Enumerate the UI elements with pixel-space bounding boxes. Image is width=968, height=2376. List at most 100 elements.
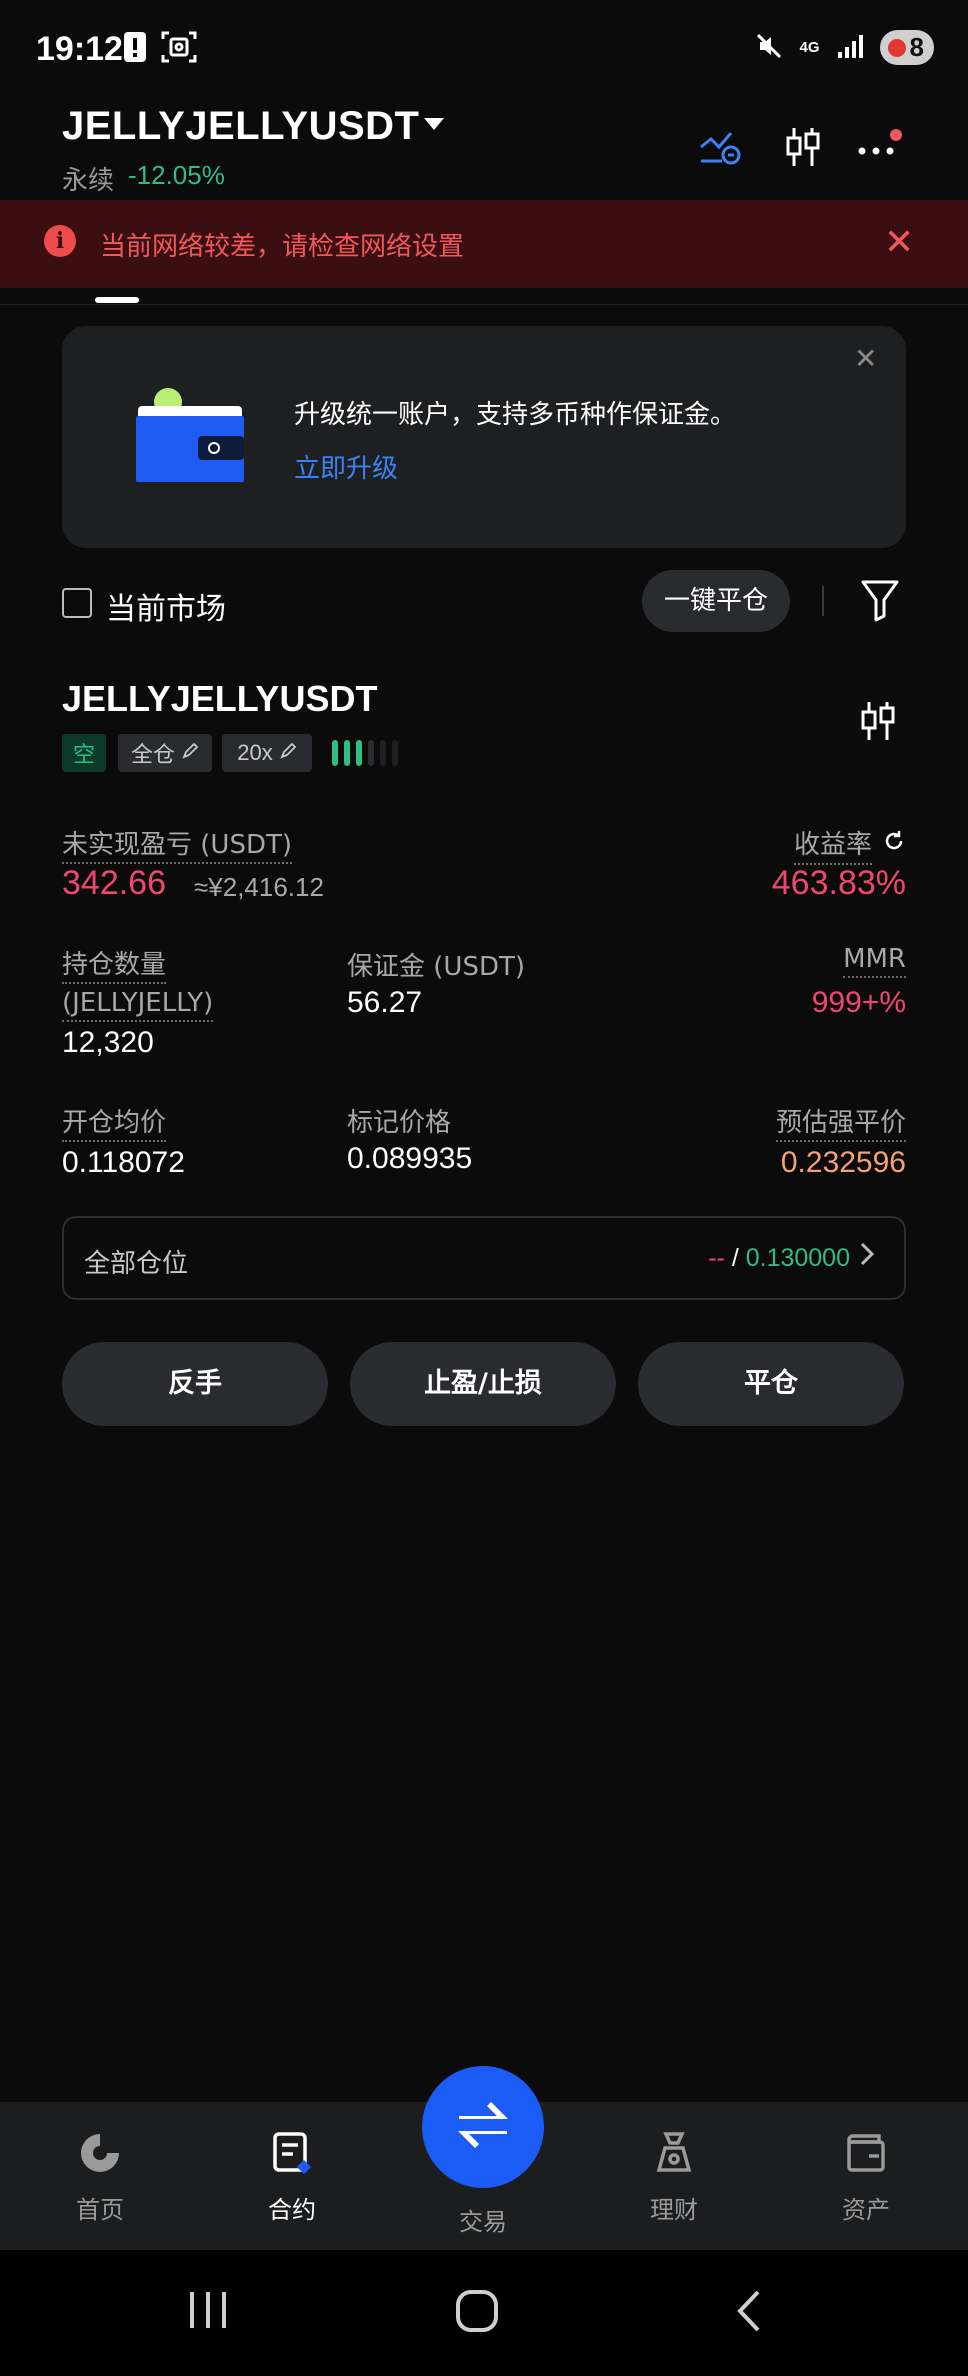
all-positions-right: 0.130000 [745, 1244, 850, 1272]
side-label: 空 [72, 743, 95, 768]
risk-bar [392, 740, 398, 766]
roe-label-text: 收益率 [793, 824, 872, 865]
trade-button[interactable] [422, 2066, 544, 2188]
risk-bar [380, 740, 386, 766]
swap-icon [453, 2100, 513, 2154]
nav-contract[interactable]: 合约 [232, 2130, 352, 2225]
compare-chart-icon[interactable] [696, 122, 746, 172]
current-market-checkbox[interactable] [62, 588, 92, 618]
margin-label: 保证金 (USDT) [347, 952, 525, 982]
risk-bar [356, 740, 362, 766]
mute-icon [754, 31, 784, 65]
roe-value: 463.83% [771, 864, 906, 902]
price-change: -12.05% [128, 160, 225, 190]
contract-type: 永续 [62, 166, 115, 196]
nav-home[interactable]: 首页 [40, 2130, 160, 2225]
close-icon[interactable]: ✕ [854, 342, 877, 375]
entry-price-label-text: 开仓均价 [62, 1108, 167, 1142]
unrealized-pnl-value: 342.66 [62, 864, 166, 902]
risk-bar [368, 740, 374, 766]
network-warning-text: 当前网络较差，请检查网络设置 [100, 232, 465, 262]
qty-label-line1: 持仓数量 [62, 950, 167, 984]
refresh-icon[interactable] [882, 829, 906, 860]
qty-value: 12,320 [62, 1026, 154, 1059]
entry-price-label: 开仓均价 [62, 1102, 167, 1142]
side-badge: 空 [62, 734, 106, 772]
tab-indicator [95, 297, 139, 303]
entry-price-value: 0.118072 [62, 1146, 185, 1179]
battery-level: 8 [909, 32, 924, 62]
filter-icon[interactable] [860, 578, 900, 626]
all-positions-values: -- / 0.130000 [708, 1244, 850, 1273]
divider [822, 586, 824, 616]
risk-bar [344, 740, 350, 766]
back-icon[interactable] [734, 2288, 764, 2338]
nav-trade-label[interactable]: 交易 [452, 2202, 514, 2237]
edit-icon [181, 741, 199, 766]
qty-label: 持仓数量 (JELLYJELLY) [62, 946, 214, 1022]
all-positions-left: -- [708, 1244, 725, 1272]
network-type: 4G [799, 38, 820, 56]
nav-home-label: 首页 [76, 2196, 124, 2224]
qty-label-line2: (JELLYJELLY) [62, 988, 214, 1022]
risk-bar [332, 740, 338, 766]
all-positions-sep: / [731, 1244, 739, 1272]
wallet-nav-icon [843, 2130, 889, 2180]
candlestick-icon[interactable] [858, 700, 898, 746]
unrealized-pnl-label: 未实现盈亏 (USDT) [62, 824, 292, 864]
upgrade-link[interactable]: 立即升级 [294, 448, 398, 485]
mmr-label: MMR [843, 944, 906, 978]
wallet-icon [134, 386, 254, 486]
margin-mode-label: 全仓 [130, 743, 175, 768]
mmr-value: 999+% [811, 986, 906, 1019]
home-button-icon[interactable] [454, 2288, 500, 2338]
upgrade-text: 升级统一账户，支持多币种作保证金。 [294, 400, 737, 430]
margin-value: 56.27 [347, 986, 423, 1019]
tp-sl-button[interactable]: 止盈/止损 [350, 1342, 616, 1426]
all-positions-label: 全部仓位 [84, 1249, 189, 1279]
liq-price-label: 预估强平价 [775, 1102, 906, 1142]
chevron-down-icon[interactable] [424, 118, 444, 130]
close-icon[interactable]: ✕ [884, 222, 914, 263]
mark-price-value: 0.089935 [347, 1142, 473, 1175]
contract-icon [269, 2130, 315, 2180]
unrealized-pnl-cny: ≈¥2,416.12 [194, 872, 324, 902]
signal-icon [836, 32, 864, 64]
home-icon [77, 2130, 123, 2180]
divider [0, 304, 968, 305]
roe-label: 收益率 [793, 824, 906, 865]
unrealized-pnl-label-text: 未实现盈亏 (USDT) [62, 830, 292, 864]
close-all-button[interactable]: 一键平仓 [642, 570, 790, 632]
status-icons: 4G 8 [754, 30, 934, 65]
nav-contract-label: 合约 [268, 2196, 316, 2224]
earn-icon [651, 2130, 697, 2180]
current-market-label[interactable]: 当前市场 [106, 584, 226, 628]
status-time: 19:12 [36, 30, 123, 68]
nav-assets[interactable]: 资产 [806, 2130, 926, 2225]
mmr-label-text: MMR [843, 944, 906, 978]
more-icon[interactable] [856, 122, 906, 172]
liq-price-value: 0.232596 [780, 1146, 906, 1179]
battery-icon: 8 [879, 30, 934, 65]
close-position-button[interactable]: 平仓 [638, 1342, 904, 1426]
nav-earn[interactable]: 理财 [614, 2130, 734, 2225]
edit-icon [279, 740, 297, 766]
chevron-right-icon [858, 1240, 876, 1276]
nav-earn-label: 理财 [650, 2196, 698, 2224]
leverage-badge[interactable]: 20x [222, 734, 312, 772]
candlestick-icon[interactable] [778, 122, 828, 172]
alert-icon [122, 30, 148, 68]
nav-assets-label: 资产 [842, 2196, 890, 2224]
margin-mode-badge[interactable]: 全仓 [118, 734, 212, 772]
battery-saver-dot [887, 38, 906, 57]
position-pair: JELLYJELLYUSDT [62, 678, 378, 719]
screenshot-icon [160, 28, 198, 70]
risk-level-bars [332, 740, 398, 766]
mark-price-label: 标记价格 [347, 1108, 452, 1138]
liq-price-label-text: 预估强平价 [775, 1108, 906, 1142]
info-icon: i [44, 225, 76, 257]
leverage-label: 20x [237, 740, 273, 765]
pair-title[interactable]: JELLYJELLYUSDT [62, 104, 420, 149]
recent-apps-icon[interactable] [186, 2290, 230, 2334]
reverse-button[interactable]: 反手 [62, 1342, 328, 1426]
